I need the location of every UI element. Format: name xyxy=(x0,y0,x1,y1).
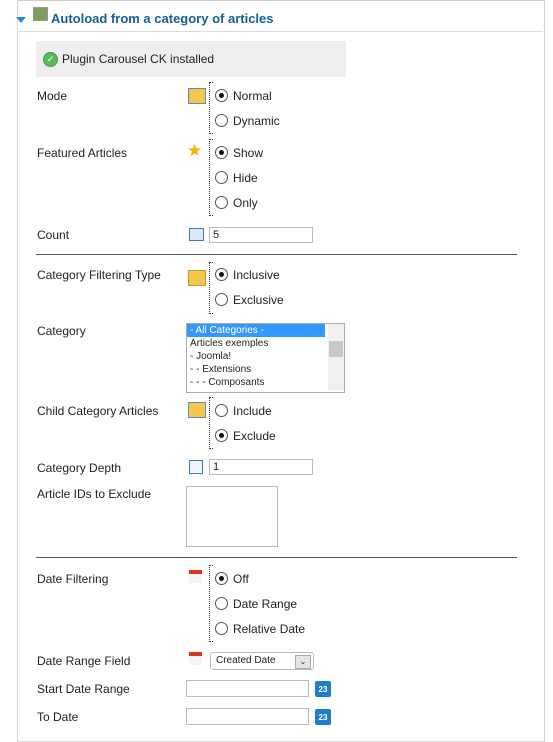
date-range-field-value: Created Date xyxy=(216,655,276,666)
relative-date-label[interactable]: Relative Date xyxy=(233,622,305,636)
radio-group-border xyxy=(209,139,213,216)
chevron-down-icon[interactable]: ⌄ xyxy=(295,655,311,669)
featured-hide-radio[interactable] xyxy=(215,171,228,184)
featured-only-label[interactable]: Only xyxy=(233,196,258,210)
date-range-radio[interactable] xyxy=(215,597,228,610)
status-message: ✓ Plugin Carousel CK installed xyxy=(36,41,346,77)
category-option[interactable]: - All Categories - xyxy=(187,324,325,337)
exclusive-label[interactable]: Exclusive xyxy=(233,293,284,307)
count-label: Count xyxy=(37,228,70,242)
include-radio[interactable] xyxy=(215,404,228,417)
folder-list-icon xyxy=(188,402,206,418)
featured-label: Featured Articles xyxy=(37,146,128,160)
start-date-input[interactable] xyxy=(186,680,309,697)
divider xyxy=(36,254,517,255)
mode-normal-radio[interactable] xyxy=(215,89,228,102)
count-icon xyxy=(189,228,204,241)
start-date-label: Start Date Range xyxy=(37,682,130,696)
exclude-label[interactable]: Exclude xyxy=(233,429,276,443)
date-off-radio[interactable] xyxy=(215,572,228,585)
date-range-field-label: Date Range Field xyxy=(37,654,131,668)
mode-icon xyxy=(188,88,206,104)
plugin-image-icon xyxy=(33,7,48,21)
listbox-scrollbar[interactable] xyxy=(328,324,344,390)
folder-wrench-icon xyxy=(188,270,206,286)
mode-normal-label[interactable]: Normal xyxy=(233,89,272,103)
calendar-button-icon[interactable]: 23 xyxy=(315,709,331,725)
depth-icon xyxy=(189,460,203,474)
featured-only-radio[interactable] xyxy=(215,196,228,209)
date-range-field-select[interactable]: Created Date ⌄ xyxy=(210,652,314,670)
category-filtering-label: Category Filtering Type xyxy=(37,268,161,282)
calendar-icon xyxy=(189,570,202,583)
featured-show-radio[interactable] xyxy=(215,146,228,159)
mode-dynamic-label[interactable]: Dynamic xyxy=(233,114,280,128)
mode-dynamic-radio[interactable] xyxy=(215,114,228,127)
category-listbox[interactable]: - All Categories - Articles exemples - J… xyxy=(186,323,345,393)
relative-date-radio[interactable] xyxy=(215,622,228,635)
category-depth-input[interactable]: 1 xyxy=(209,459,313,475)
calendar-button-icon[interactable]: 23 xyxy=(315,681,331,697)
divider xyxy=(36,557,517,558)
status-message-text: Plugin Carousel CK installed xyxy=(62,52,215,66)
mode-label: Mode xyxy=(37,89,68,103)
date-filtering-label: Date Filtering xyxy=(37,572,109,586)
category-option[interactable]: - - - Composants xyxy=(187,376,325,389)
exclude-radio[interactable] xyxy=(215,429,228,442)
radio-group-border xyxy=(209,82,213,134)
count-input[interactable]: 5 xyxy=(209,227,313,243)
radio-group-border xyxy=(209,262,213,314)
star-icon: ★ xyxy=(187,141,203,160)
category-option[interactable]: - - Extensions xyxy=(187,363,325,376)
to-date-input[interactable] xyxy=(186,708,309,725)
radio-group-border xyxy=(209,397,213,449)
collapse-triangle-icon[interactable] xyxy=(16,17,26,23)
featured-show-label[interactable]: Show xyxy=(233,146,263,160)
to-date-label: To Date xyxy=(37,710,79,724)
category-option[interactable]: - Joomla! xyxy=(187,350,325,363)
date-range-label[interactable]: Date Range xyxy=(233,597,297,611)
category-option[interactable]: Articles exemples xyxy=(187,337,325,350)
article-ids-textarea[interactable] xyxy=(186,486,278,547)
article-ids-label: Article IDs to Exclude xyxy=(37,487,152,501)
radio-group-border xyxy=(209,565,213,642)
child-category-label: Child Category Articles xyxy=(37,404,159,418)
featured-hide-label[interactable]: Hide xyxy=(233,171,258,185)
include-label[interactable]: Include xyxy=(233,404,272,418)
inclusive-radio[interactable] xyxy=(215,268,228,281)
category-label: Category xyxy=(37,324,86,338)
inclusive-label[interactable]: Inclusive xyxy=(233,268,280,282)
category-depth-label: Category Depth xyxy=(37,461,122,475)
date-off-label[interactable]: Off xyxy=(233,572,249,586)
panel-title[interactable]: Autoload from a category of articles xyxy=(51,11,274,26)
scrollbar-thumb[interactable] xyxy=(329,341,343,357)
calendar-arrow-icon xyxy=(189,652,202,665)
check-icon: ✓ xyxy=(43,52,58,67)
exclusive-radio[interactable] xyxy=(215,293,228,306)
